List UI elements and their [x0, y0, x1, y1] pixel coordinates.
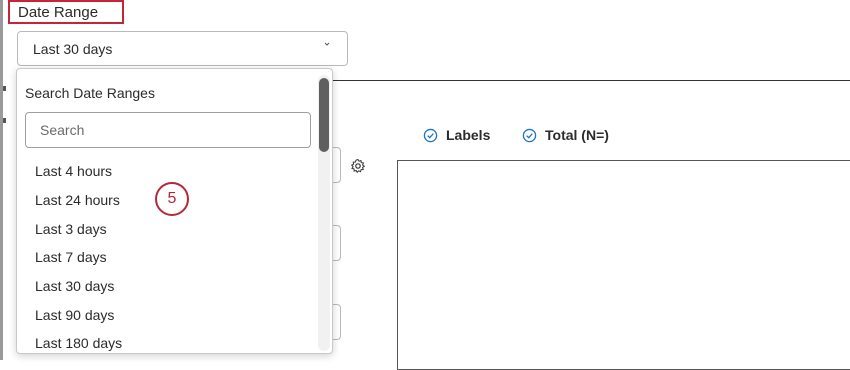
- legend-item-total[interactable]: Total (N=): [522, 127, 609, 143]
- edge-tick: [3, 86, 6, 91]
- search-input[interactable]: [25, 112, 311, 148]
- legend-label: Total (N=): [545, 127, 609, 143]
- date-range-option[interactable]: Last 4 hours: [17, 157, 317, 186]
- section-divider: [330, 80, 850, 81]
- date-range-option[interactable]: Last 7 days: [17, 243, 317, 272]
- date-range-option[interactable]: Last 90 days: [17, 300, 317, 329]
- edge-tick: [3, 118, 6, 123]
- scrollbar-thumb[interactable]: [319, 78, 329, 152]
- date-range-select[interactable]: Last 30 days: [17, 31, 348, 66]
- check-circle-icon: [522, 128, 537, 142]
- date-range-selected-value: Last 30 days: [33, 40, 113, 57]
- date-range-option[interactable]: Last 30 days: [17, 272, 317, 301]
- left-edge-bar: [0, 0, 3, 360]
- chart-area: [397, 160, 850, 370]
- dropdown-header: Search Date Ranges: [25, 85, 155, 101]
- date-range-label: Date Range: [8, 0, 124, 24]
- gear-icon[interactable]: [350, 158, 366, 174]
- chevron-down-icon: [324, 42, 330, 46]
- date-range-option[interactable]: Last 180 days: [17, 329, 317, 353]
- date-range-option[interactable]: Last 3 days: [17, 214, 317, 243]
- check-circle-icon: [423, 128, 438, 142]
- legend-item-labels[interactable]: Labels: [423, 127, 490, 143]
- step-number-badge: 5: [155, 182, 189, 216]
- legend-label: Labels: [446, 127, 491, 143]
